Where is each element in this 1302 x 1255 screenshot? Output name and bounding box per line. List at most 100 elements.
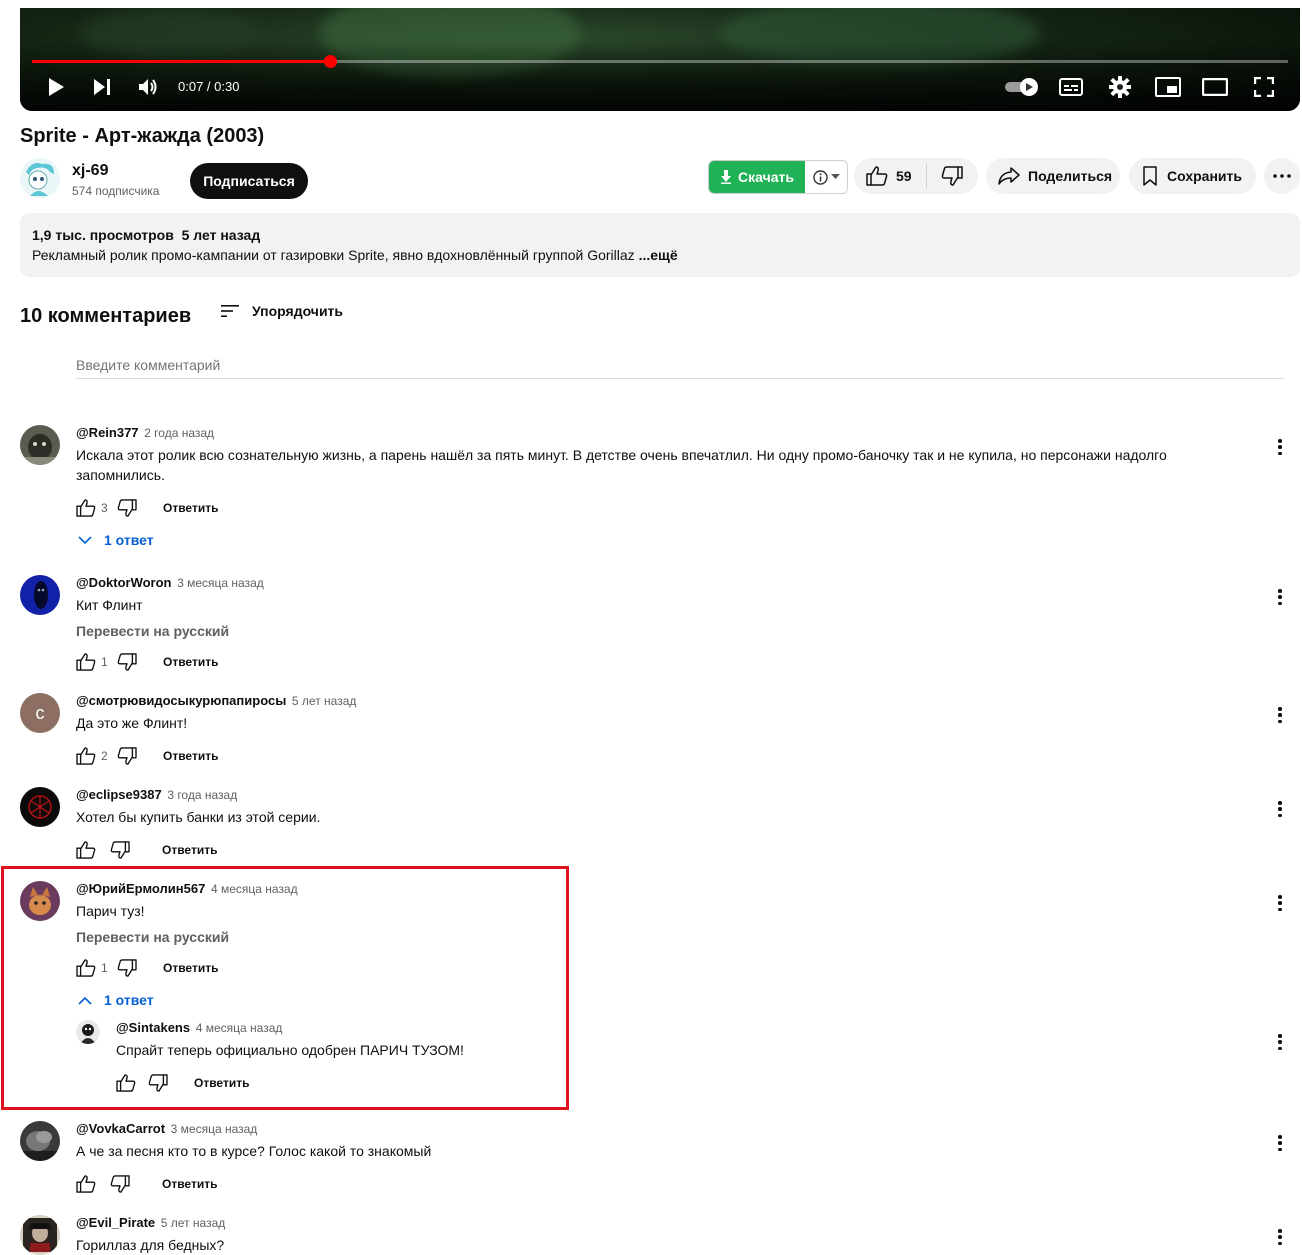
avatar[interactable] (20, 425, 60, 465)
comment-actions: Ответить (76, 1172, 217, 1196)
thumbs-down-icon[interactable] (117, 499, 137, 517)
comment-menu-button[interactable] (1274, 1135, 1286, 1151)
description-text: Рекламный ролик промо-кампании от газиро… (32, 247, 1288, 263)
comment-menu-button[interactable] (1274, 895, 1286, 911)
comment-menu-button[interactable] (1274, 707, 1286, 723)
comment-date[interactable]: 3 месяца назад (177, 576, 264, 590)
thumbs-up-icon[interactable] (76, 653, 96, 671)
download-options-button[interactable] (805, 161, 847, 193)
subtitles-icon[interactable] (1059, 76, 1083, 98)
comment-item: @VovkaCarrot 3 месяца назад А че за песн… (20, 1121, 1300, 1201)
chevron-down-icon (78, 535, 92, 544)
comment-menu-button[interactable] (1274, 1034, 1286, 1050)
thumbs-up-icon[interactable] (76, 841, 96, 859)
more-actions-button[interactable] (1264, 158, 1300, 194)
progress-bar[interactable] (32, 55, 1288, 68)
comment-text: Кит Флинт (76, 597, 143, 613)
sort-label: Упорядочить (252, 303, 344, 319)
comment-item: @Rein377 2 года назад Искала этот ролик … (20, 425, 1300, 555)
fullscreen-icon[interactable] (1252, 76, 1276, 98)
comment-text: Искала этот ролик всю сознательную жизнь… (76, 447, 1167, 483)
volume-icon[interactable] (137, 76, 161, 98)
progress-scrubber[interactable] (323, 55, 337, 68)
like-count: 2 (101, 749, 108, 763)
comment-date[interactable]: 2 года назад (144, 426, 214, 440)
avatar[interactable]: с (20, 693, 60, 733)
comment-date[interactable]: 5 лет назад (292, 694, 356, 708)
sort-icon (221, 305, 239, 317)
subscribe-button[interactable]: Подписаться (190, 163, 308, 199)
avatar[interactable] (20, 787, 60, 827)
show-more-link[interactable]: ...ещё (639, 247, 678, 263)
comment-date[interactable]: 3 года назад (167, 788, 237, 802)
add-comment-input[interactable] (76, 352, 1284, 379)
avatar[interactable] (20, 575, 60, 615)
comment-author[interactable]: @смотрювидосыкурюпапиросы (76, 693, 286, 708)
save-button[interactable]: Сохранить (1129, 158, 1256, 194)
thumbs-up-icon[interactable] (76, 747, 96, 765)
reply-button[interactable]: Ответить (163, 655, 218, 669)
save-label: Сохранить (1167, 168, 1242, 184)
comment-date[interactable]: 3 месяца назад (171, 1122, 258, 1136)
thumbs-down-icon[interactable] (110, 1175, 130, 1193)
view-stats: 1,9 тыс. просмотров 5 лет назад (32, 227, 261, 243)
share-button[interactable]: Поделиться (986, 158, 1120, 194)
miniplayer-icon[interactable] (1155, 76, 1181, 98)
comment-actions: 3 Ответить (76, 496, 218, 520)
comment-item: @eclipse9387 3 года назад Хотел бы купит… (20, 787, 1300, 867)
thumbs-up-icon[interactable] (76, 1175, 96, 1193)
time-display: 0:07 / 0:30 (178, 79, 240, 94)
highlight-box (1, 866, 569, 1110)
comment-menu-button[interactable] (1274, 439, 1286, 455)
channel-name[interactable]: xj-69 (72, 162, 108, 180)
thumbs-down-icon (941, 166, 963, 186)
video-player[interactable]: 0:07 / 0:30 (20, 8, 1300, 111)
avatar[interactable] (20, 1121, 60, 1161)
dropdown-caret-icon (830, 174, 840, 179)
translate-button[interactable]: Перевести на русский (76, 623, 229, 639)
reply-button[interactable]: Ответить (162, 1177, 217, 1191)
dislike-button[interactable] (927, 166, 977, 186)
settings-icon[interactable] (1108, 76, 1132, 98)
description-box[interactable]: 1,9 тыс. просмотров 5 лет назад Рекламны… (20, 213, 1300, 277)
thumbs-up-icon[interactable] (76, 499, 96, 517)
theater-icon[interactable] (1202, 76, 1228, 98)
comment-text: Хотел бы купить банки из этой серии. (76, 809, 321, 825)
like-button[interactable]: 59 (854, 166, 926, 186)
thumbs-down-icon[interactable] (117, 653, 137, 671)
download-button[interactable]: Скачать (709, 161, 805, 193)
thumbs-down-icon[interactable] (110, 841, 130, 859)
comment-menu-button[interactable] (1274, 801, 1286, 817)
subscriber-count: 574 подписчика (72, 184, 160, 198)
comment-author[interactable]: @DoktorWoron (76, 575, 171, 590)
like-count: 59 (896, 168, 912, 184)
show-replies-button[interactable]: 1 ответ (78, 532, 154, 548)
comments-count: 10 комментариев (20, 305, 192, 327)
reply-button[interactable]: Ответить (163, 749, 218, 763)
channel-avatar[interactable] (20, 158, 60, 198)
autoplay-toggle-icon[interactable] (1004, 76, 1040, 98)
comment-header: @Evil_Pirate 5 лет назад (76, 1215, 225, 1230)
comment-item: с @смотрювидосыкурюпапиросы 5 лет назад … (20, 693, 1300, 773)
comment-author[interactable]: @Evil_Pirate (76, 1215, 155, 1230)
comment-author[interactable]: @Rein377 (76, 425, 139, 440)
reply-button[interactable]: Ответить (162, 843, 217, 857)
comment-menu-button[interactable] (1274, 589, 1286, 605)
comment-text: Гориллаз для бедных? (76, 1237, 225, 1253)
next-icon[interactable] (90, 76, 114, 98)
thumbs-down-icon[interactable] (117, 747, 137, 765)
reply-button[interactable]: Ответить (163, 501, 218, 515)
like-count: 1 (101, 655, 108, 669)
info-icon (812, 169, 828, 185)
comment-date[interactable]: 5 лет назад (161, 1216, 225, 1230)
play-icon[interactable] (44, 76, 68, 98)
bookmark-icon (1143, 166, 1157, 186)
like-dislike-group: 59 (854, 158, 978, 194)
comment-author[interactable]: @eclipse9387 (76, 787, 162, 802)
download-widget[interactable]: Скачать (708, 160, 848, 194)
avatar[interactable] (20, 1215, 60, 1255)
thumbs-up-icon (866, 166, 888, 186)
sort-button[interactable]: Упорядочить (220, 303, 343, 319)
comment-menu-button[interactable] (1274, 1229, 1286, 1245)
comment-author[interactable]: @VovkaCarrot (76, 1121, 165, 1136)
